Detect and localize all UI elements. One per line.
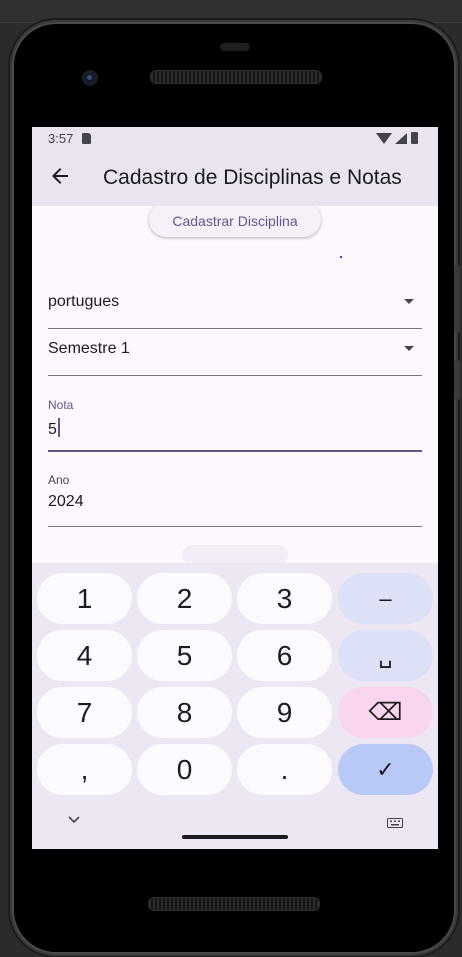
form-content: Cadastrar Disciplina portugues Semestre …: [32, 206, 438, 563]
key-period[interactable]: .: [237, 744, 332, 795]
chevron-down-icon: [404, 346, 414, 351]
collapse-keyboard-icon[interactable]: [68, 816, 80, 824]
progress-dot: [340, 256, 342, 258]
sd-card-icon: [82, 133, 91, 144]
key-5[interactable]: 5: [137, 630, 232, 681]
key-3[interactable]: 3: [237, 573, 332, 624]
key-7[interactable]: 7: [37, 687, 132, 738]
chevron-down-icon: [404, 299, 414, 304]
subject-dropdown-value: portugues: [48, 293, 120, 310]
battery-icon: [411, 132, 418, 144]
year-field[interactable]: Ano 2024: [48, 473, 422, 527]
keyboard-switch-icon[interactable]: [387, 818, 403, 828]
year-field-value: 2024: [48, 493, 84, 510]
key-comma[interactable]: ,: [37, 744, 132, 795]
key-2[interactable]: 2: [137, 573, 232, 624]
front-camera: [82, 70, 98, 86]
year-field-underline: [48, 526, 422, 527]
navigation-handle[interactable]: [182, 835, 288, 839]
key-minus[interactable]: –: [338, 573, 433, 624]
power-button[interactable]: [454, 360, 460, 400]
semester-dropdown[interactable]: Semestre 1: [48, 328, 422, 376]
volume-button[interactable]: [454, 265, 460, 333]
done-key[interactable]: ✓: [338, 744, 433, 795]
key-4[interactable]: 4: [37, 630, 132, 681]
earpiece: [220, 43, 250, 51]
grade-field-underline: [48, 450, 422, 452]
key-1[interactable]: 1: [37, 573, 132, 624]
partially-hidden-button[interactable]: [182, 545, 288, 563]
key-0[interactable]: 0: [137, 744, 232, 795]
grade-field-value: 5: [48, 418, 60, 439]
back-arrow-icon[interactable]: [48, 164, 72, 188]
grade-field-label: Nota: [48, 398, 74, 412]
backspace-key[interactable]: ⌫: [338, 687, 433, 738]
signal-icon: [395, 133, 407, 144]
key-9[interactable]: 9: [237, 687, 332, 738]
speaker-grille-top: [150, 70, 322, 84]
wifi-icon: [376, 133, 392, 144]
year-field-label: Ano: [48, 473, 70, 487]
grade-field[interactable]: Nota 5: [48, 398, 422, 452]
text-cursor: [57, 418, 60, 437]
status-bar: 3:57: [32, 127, 438, 151]
app-bar: Cadastro de Disciplinas e Notas: [32, 151, 438, 206]
page-title: Cadastro de Disciplinas e Notas: [103, 166, 402, 189]
speaker-grille-bottom: [148, 897, 320, 911]
register-subject-button[interactable]: Cadastrar Disciplina: [149, 206, 321, 237]
status-icons: [376, 131, 426, 145]
key-6[interactable]: 6: [237, 630, 332, 681]
status-time: 3:57: [48, 131, 74, 146]
semester-dropdown-value: Semestre 1: [48, 340, 130, 357]
key-space[interactable]: ␣: [338, 630, 433, 681]
device-screen: 3:57 Cadastro de Disciplinas e Notas Cad…: [32, 127, 438, 849]
subject-dropdown[interactable]: portugues: [48, 281, 422, 329]
key-8[interactable]: 8: [137, 687, 232, 738]
numeric-keyboard: 1 2 3 – 4 5 6 ␣ 7 8 9 ⌫ , 0 . ✓: [32, 563, 438, 849]
window-top-strip: [0, 0, 462, 23]
